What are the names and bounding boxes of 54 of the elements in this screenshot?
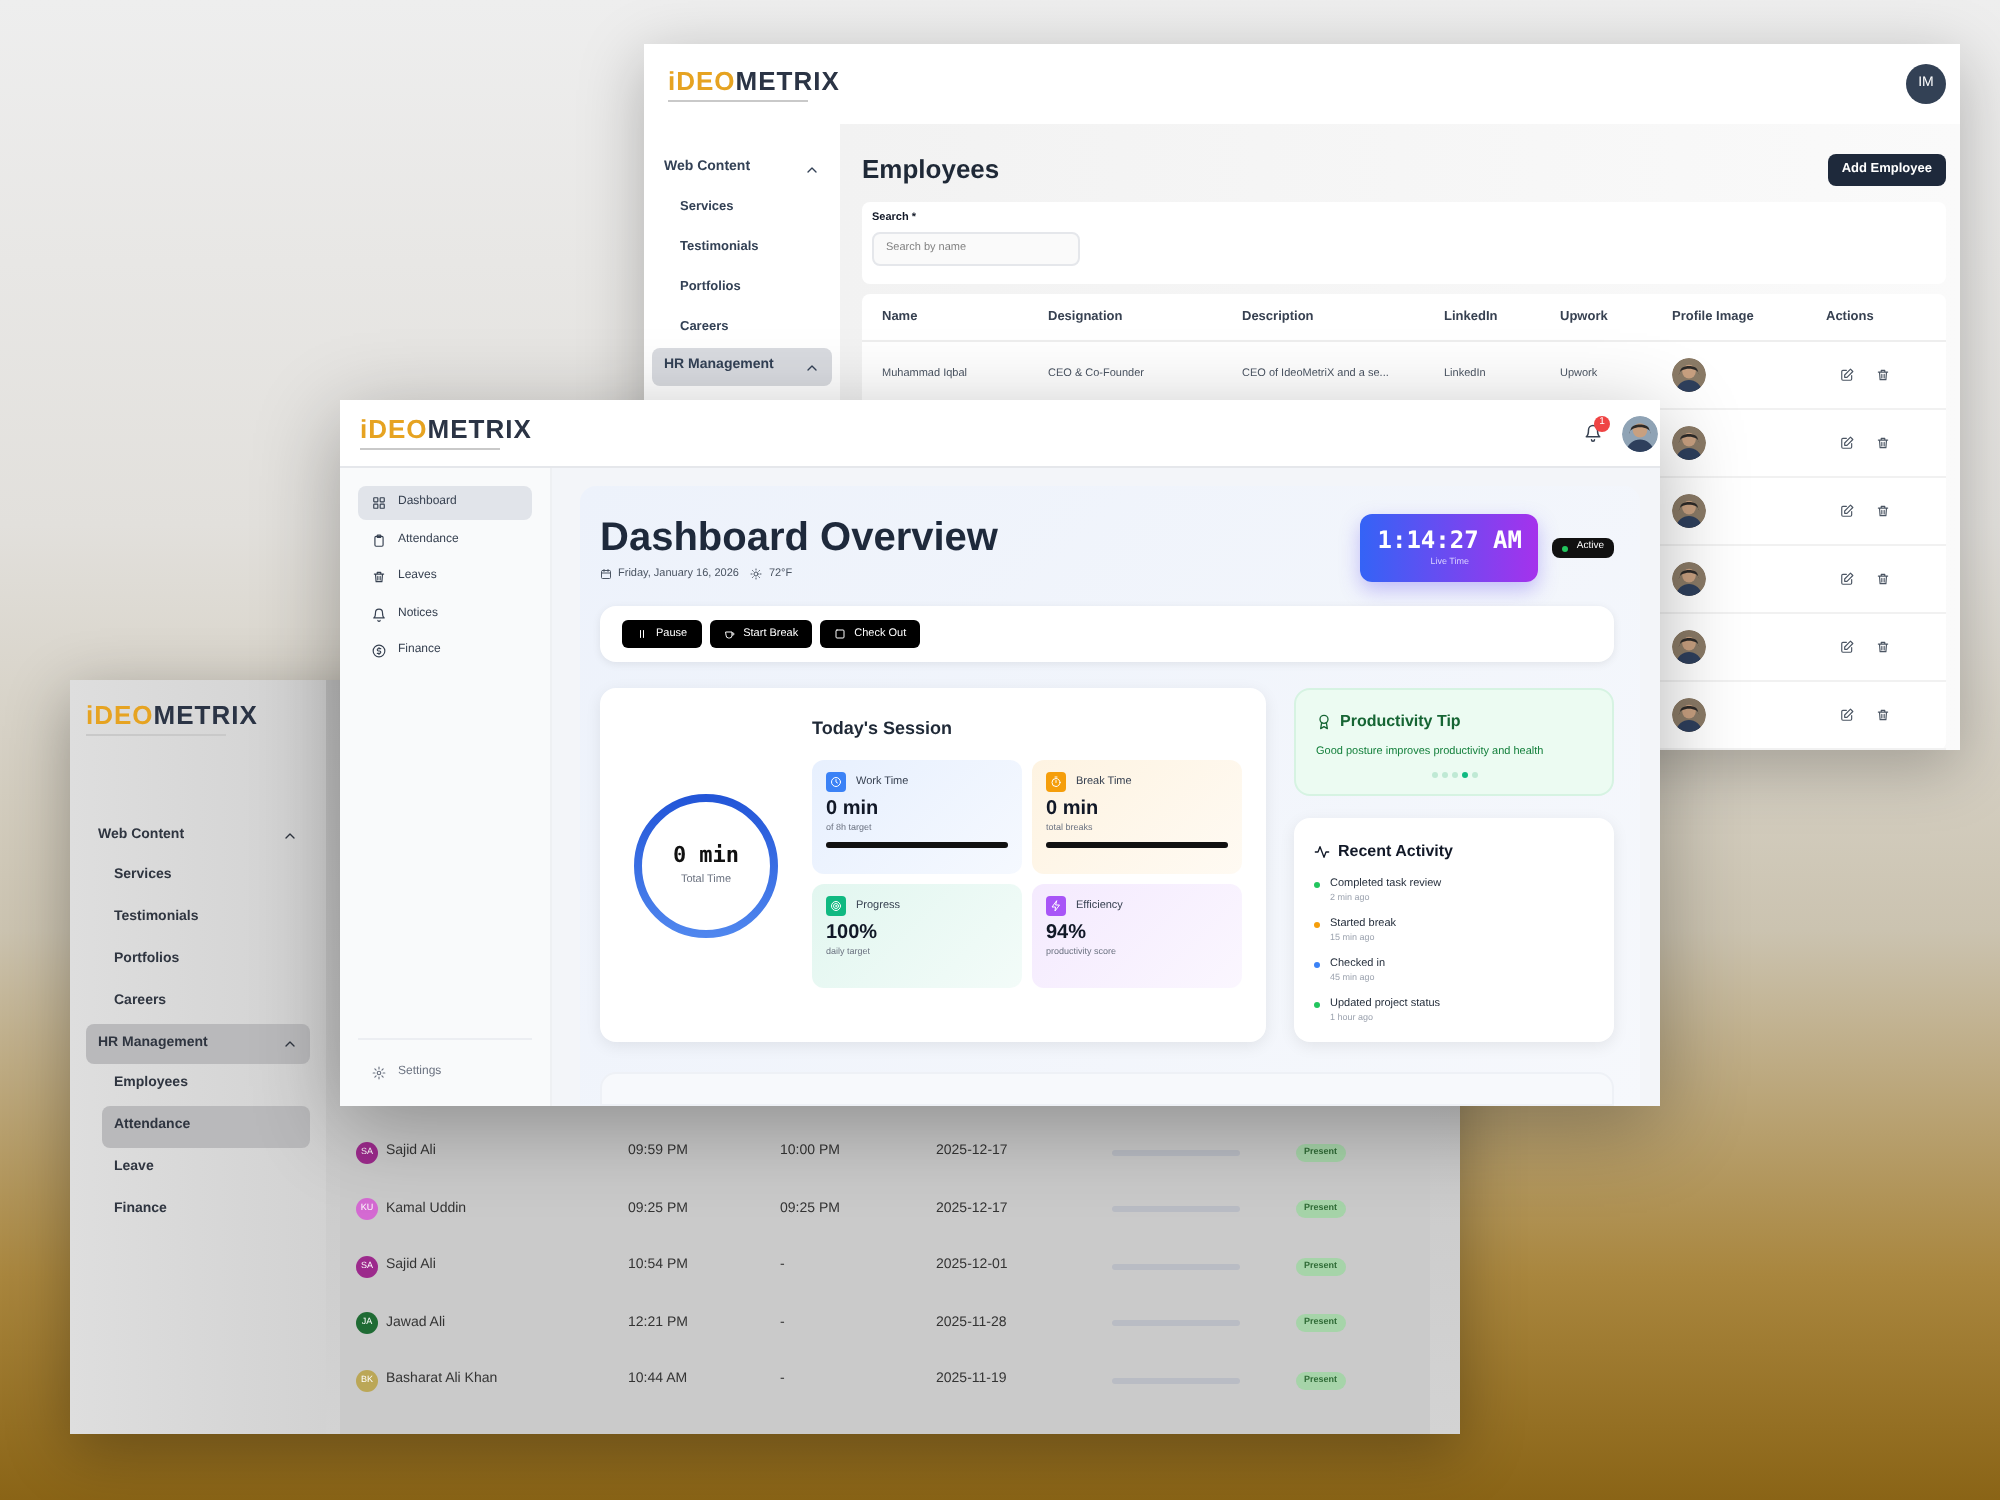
stat-value: 0 min	[826, 799, 881, 820]
logo[interactable]: iDEOMETRIX	[668, 67, 840, 93]
pause-icon	[636, 628, 648, 641]
calendar-icon	[600, 568, 612, 581]
dollar-icon	[372, 644, 386, 658]
pulse-icon	[1314, 844, 1330, 861]
stat-value: 0 min	[1046, 799, 1101, 820]
bell-icon	[1584, 424, 1602, 442]
delete-button[interactable]	[1876, 368, 1890, 382]
logo[interactable]: iDEOMETRIX	[86, 702, 310, 728]
square-icon	[834, 628, 847, 641]
page-title: Employees	[862, 152, 1000, 189]
page-title: Dashboard Overview	[600, 514, 998, 562]
edit-button[interactable]	[1840, 708, 1854, 722]
edit-icon	[1840, 504, 1854, 518]
award-icon	[1316, 714, 1332, 731]
edit-button[interactable]	[1840, 640, 1854, 654]
logo[interactable]: iDEOMETRIX	[360, 416, 532, 442]
bell-icon	[372, 607, 386, 621]
delete-button[interactable]	[1876, 504, 1890, 518]
trash-icon	[1876, 708, 1890, 722]
edit-icon	[1840, 640, 1854, 654]
trash-icon	[1876, 640, 1890, 654]
trash-icon	[1876, 572, 1890, 586]
delete-button[interactable]	[1876, 436, 1890, 450]
card-title: Today's Session	[812, 716, 954, 743]
chevron-up-icon	[282, 1036, 298, 1052]
bin-icon	[372, 570, 386, 584]
trash-icon	[1876, 504, 1890, 518]
trash-icon	[1876, 368, 1890, 382]
edit-button[interactable]	[1840, 368, 1854, 382]
clipboard-icon	[372, 533, 386, 547]
card-title: Recent Activity	[1338, 840, 1453, 865]
clock-time: 1:14:27 AM	[1377, 527, 1522, 552]
total-time: 0 min	[672, 843, 740, 866]
edit-icon	[1840, 708, 1854, 722]
edit-button[interactable]	[1840, 504, 1854, 518]
card-title: Productivity Tip	[1340, 710, 1461, 735]
edit-button[interactable]	[1840, 436, 1854, 450]
delete-button[interactable]	[1876, 708, 1890, 722]
stat-value: 100%	[826, 923, 880, 944]
chevron-up-icon	[282, 828, 298, 844]
edit-button[interactable]	[1840, 572, 1854, 586]
edit-icon	[1840, 572, 1854, 586]
edit-icon	[1840, 436, 1854, 450]
trash-icon	[1876, 436, 1890, 450]
delete-button[interactable]	[1876, 572, 1890, 586]
grid-icon	[372, 496, 386, 510]
stat-value: 94%	[1046, 923, 1089, 944]
sun-icon	[750, 568, 763, 581]
delete-button[interactable]	[1876, 640, 1890, 654]
cup-icon	[723, 628, 736, 641]
gear-icon	[372, 1066, 386, 1080]
edit-icon	[1840, 368, 1854, 382]
